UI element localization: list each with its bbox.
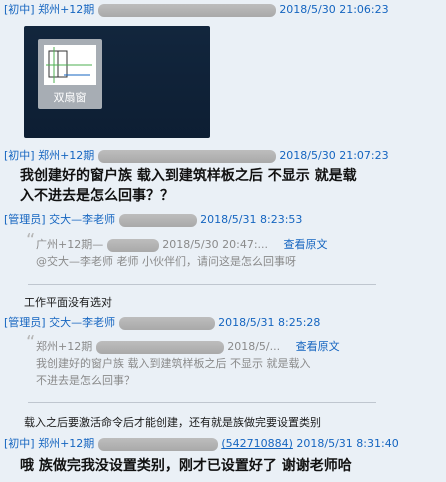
quote-line: 我创建好的窗户族 载入到建筑样板之后 不显示 就是载入 — [36, 357, 311, 370]
quote-block: “ 广州+12期— 2018/5/30 20:47:... 查看原文 @交大—李… — [26, 232, 378, 270]
quote-divider — [28, 284, 376, 285]
qq-number-link[interactable]: (542710884) — [221, 437, 293, 450]
quote-divider — [28, 402, 376, 403]
message-time: 2018/5/31 8:31:40 — [296, 437, 399, 450]
quote-body: @交大—李老师 老师 小伙伴们，请问这是怎么回事呀 — [36, 255, 296, 268]
view-original-link[interactable]: 查看原文 — [296, 340, 340, 353]
quote-sender: 郑州+12期 — [36, 340, 93, 353]
message-header-1: [初中] 郑州+12期 2018/5/30 21:06:23 — [4, 2, 389, 18]
message-line: 我创建好的窗户族 载入到建筑样板之后 不显示 就是载 — [20, 168, 357, 184]
file-thumbnail[interactable]: 双扇窗 — [38, 39, 102, 109]
message-time: 2018/5/31 8:23:53 — [200, 213, 303, 226]
sender-name[interactable]: 交大—李老师 — [49, 213, 115, 226]
sender-name[interactable]: 郑州+12期 — [38, 149, 94, 162]
message-header-3: [管理员] 交大—李老师 2018/5/31 8:23:53 — [4, 212, 302, 228]
role-badge: [初中] — [4, 3, 35, 16]
role-badge: [管理员] — [4, 213, 46, 226]
redacted-qq — [118, 213, 197, 227]
quote-time: 2018/5/... — [227, 340, 281, 353]
redacted-name — [97, 437, 218, 451]
quote-block: “ 郑州+12期 2018/5/... 查看原文 我创建好的窗户族 载入到建筑样… — [26, 334, 378, 389]
drawing-icon — [44, 45, 96, 85]
role-badge: [初中] — [4, 149, 35, 162]
sender-name[interactable]: 交大—李老师 — [49, 316, 115, 329]
role-badge: [管理员] — [4, 316, 46, 329]
role-badge: [初中] — [4, 437, 35, 450]
quote-body: 我创建好的窗户族 载入到建筑样板之后 不显示 就是载入 不进去是怎么回事？ — [28, 355, 378, 389]
redacted-qq — [97, 149, 276, 163]
sender-name[interactable]: 郑州+12期 — [38, 437, 94, 450]
redacted-name — [106, 238, 159, 252]
quote-line: 不进去是怎么回事？ — [36, 374, 135, 387]
redacted-qq — [118, 316, 215, 330]
reply-text: 工作平面没有选对 — [24, 296, 112, 309]
message-header-2: [初中] 郑州+12期 2018/5/30 21:07:23 — [4, 148, 389, 164]
message-header-5: [初中] 郑州+12期 (542710884) 2018/5/31 8:31:4… — [4, 436, 399, 452]
quote-time: 2018/5/30 20:47:... — [162, 238, 269, 251]
sender-name[interactable]: 郑州+12期 — [38, 3, 94, 16]
reply-text: 载入之后要激活命令后才能创建，还有就是族做完要设置类别 — [24, 416, 321, 429]
message-time: 2018/5/30 21:06:23 — [279, 3, 389, 16]
quote-mark-icon: “ — [26, 230, 36, 251]
file-attachment[interactable]: 双扇窗 — [24, 26, 210, 138]
quote-mark-icon: “ — [26, 332, 36, 353]
message-time: 2018/5/30 21:07:23 — [279, 149, 389, 162]
message-text: 哦 族做完我没设置类别，刚才已设置好了 谢谢老师哈 — [20, 458, 352, 474]
quote-sender: 广州+12期— — [36, 238, 104, 251]
redacted-name — [95, 340, 224, 354]
message-time: 2018/5/31 8:25:28 — [218, 316, 321, 329]
message-text: 我创建好的窗户族 载入到建筑样板之后 不显示 就是载 入不进去是怎么回事？？ — [20, 166, 357, 206]
file-name: 双扇窗 — [53, 91, 87, 104]
view-original-link[interactable]: 查看原文 — [284, 238, 328, 251]
message-line: 入不进去是怎么回事？？ — [20, 188, 174, 204]
redacted-qq — [97, 3, 276, 17]
message-header-4: [管理员] 交大—李老师 2018/5/31 8:25:28 — [4, 315, 320, 331]
